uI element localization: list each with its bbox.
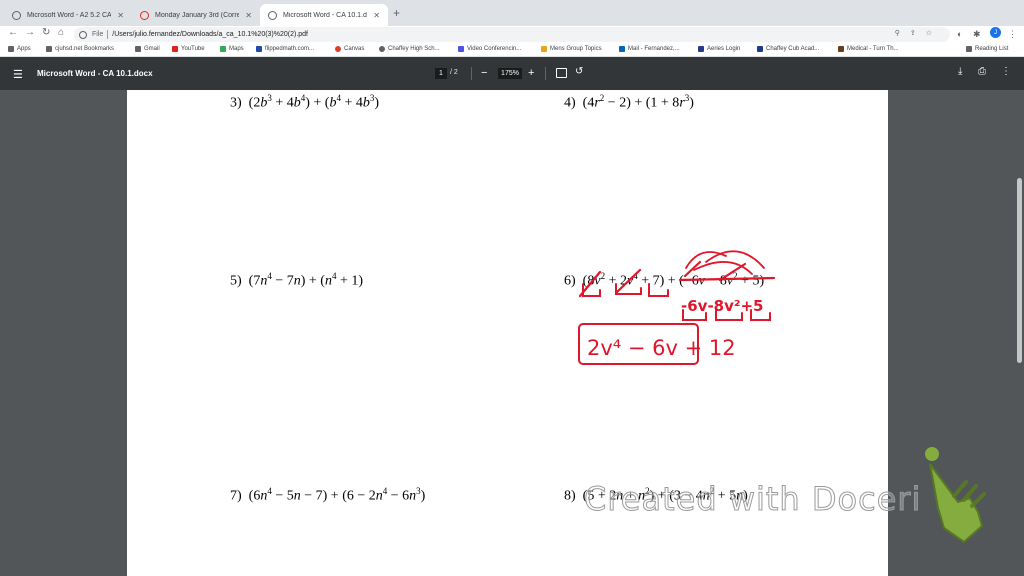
logo-dot bbox=[925, 447, 939, 461]
doceri-hand-icon bbox=[925, 447, 986, 544]
strike-mark bbox=[615, 268, 642, 294]
arc-mark bbox=[705, 250, 765, 269]
arc-mark bbox=[693, 261, 753, 275]
doceri-watermark: Created with Doceri bbox=[583, 480, 922, 519]
bracket-mark bbox=[648, 283, 669, 297]
handwritten-answer: 2v⁴ − 6v + 12 bbox=[587, 336, 736, 360]
handwritten-terms: -6v-8v²+5 bbox=[681, 297, 763, 315]
strike-mark bbox=[678, 276, 776, 282]
scrollbar-thumb[interactable] bbox=[1017, 178, 1022, 363]
